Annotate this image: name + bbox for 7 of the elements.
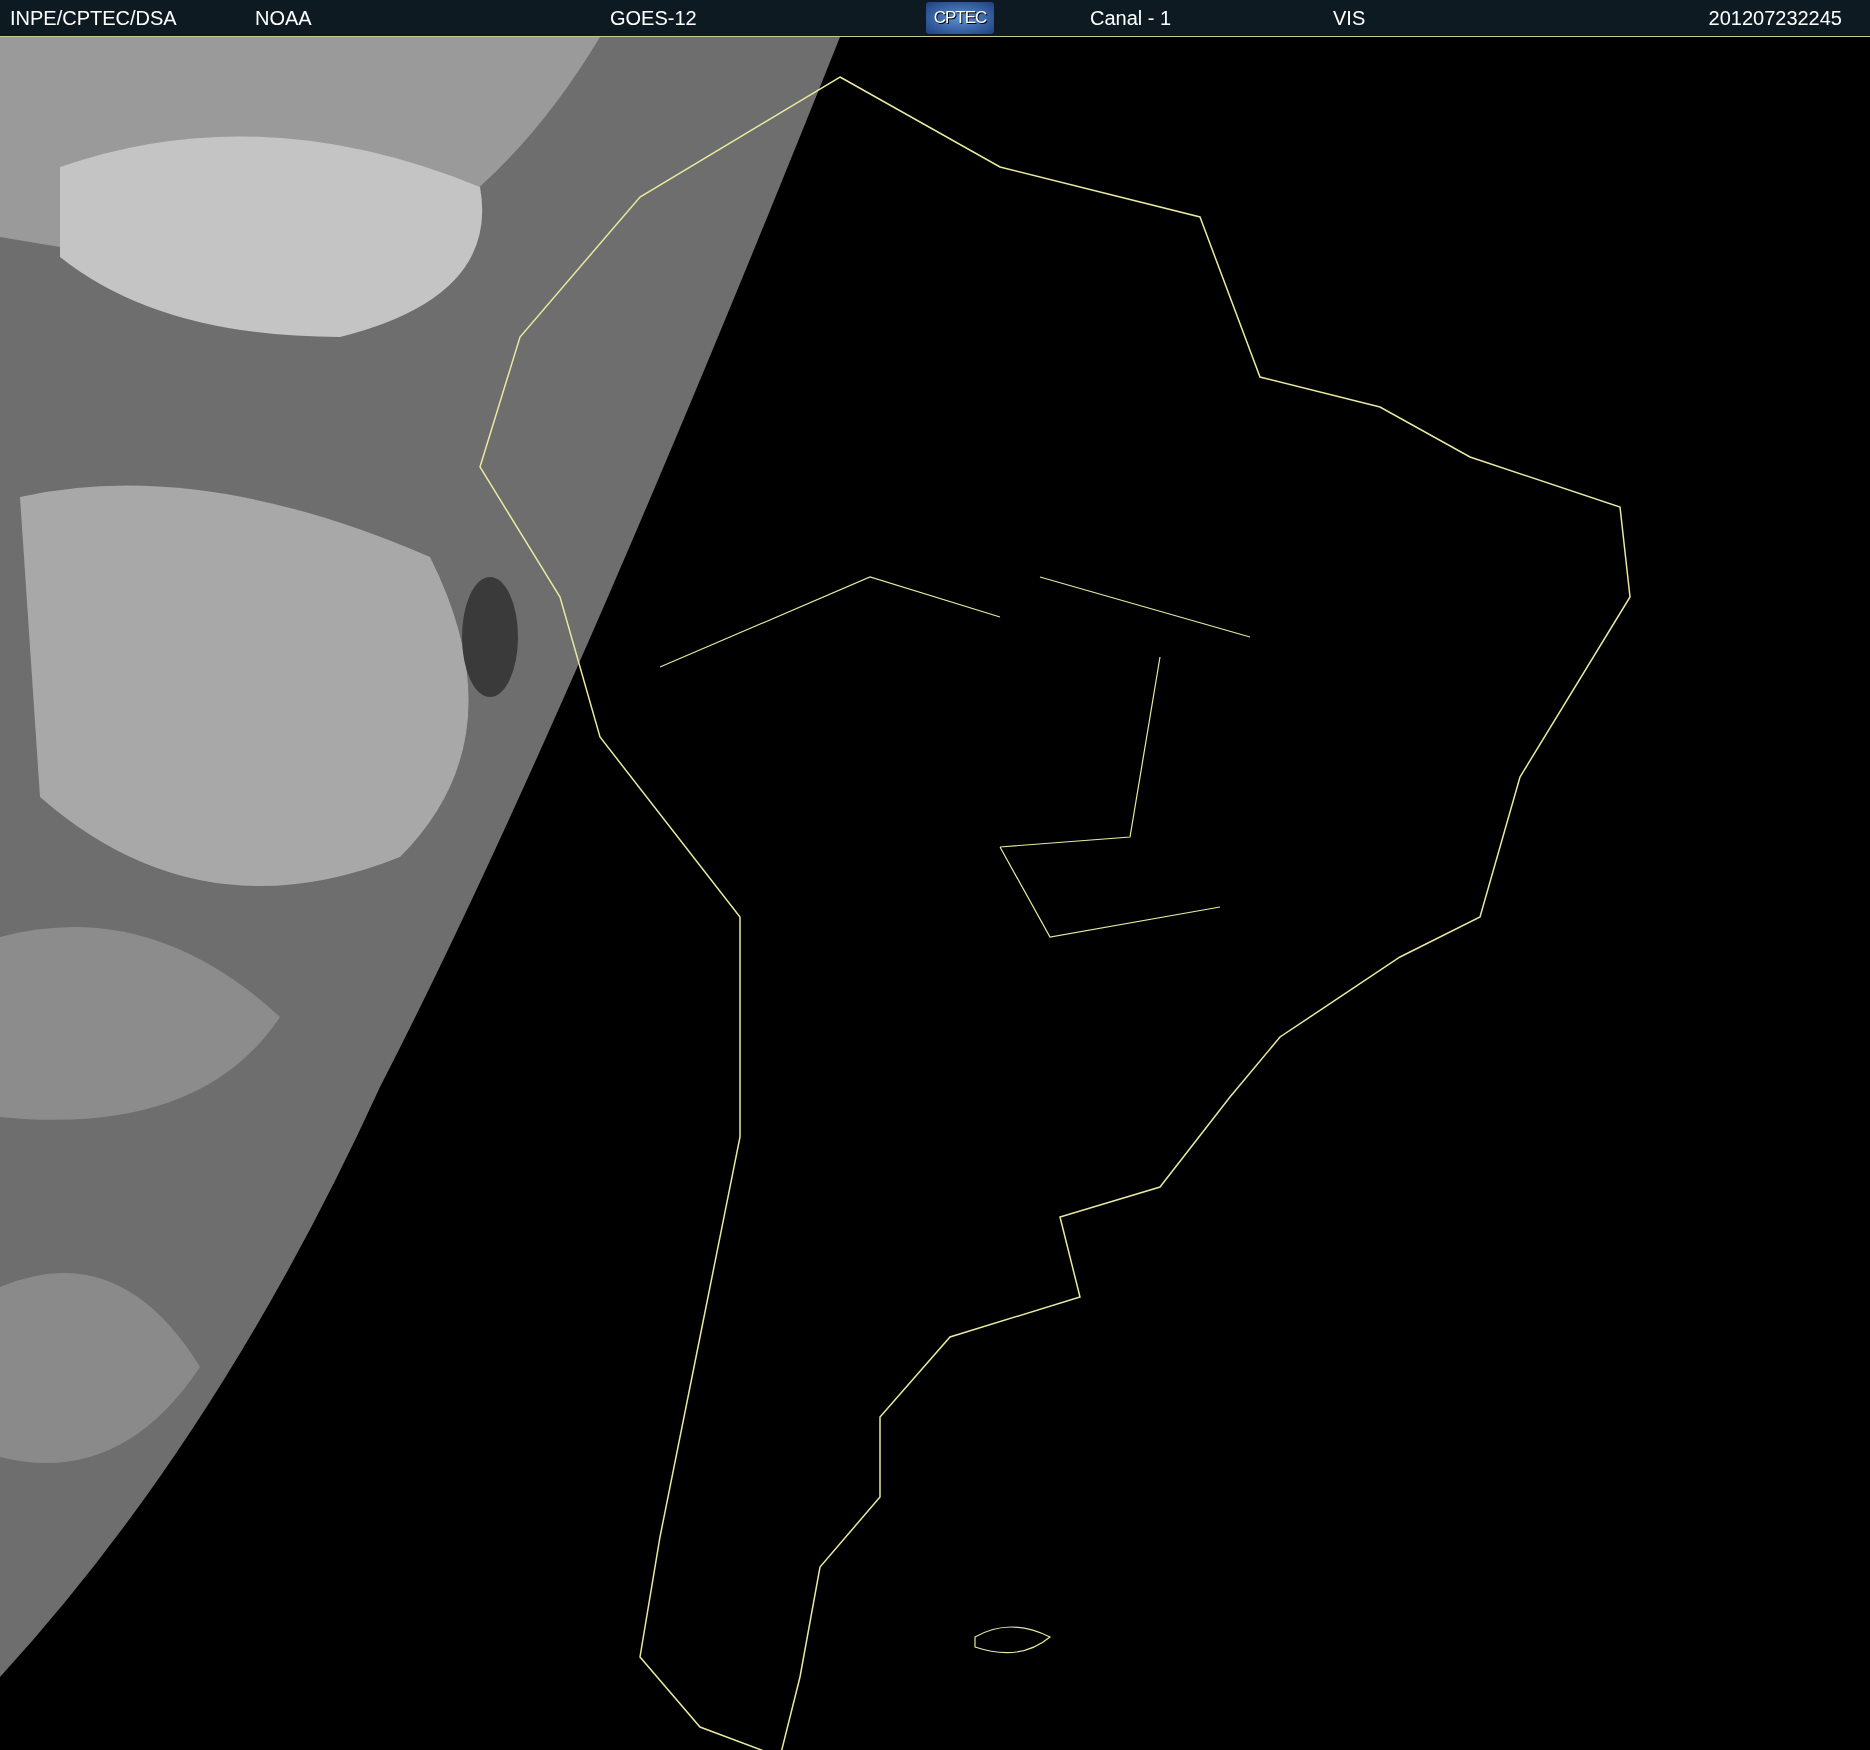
header-label: GOES-12: [610, 6, 698, 30]
header-label: VIS: [1333, 6, 1367, 30]
header-label: Canal - 1: [1090, 6, 1173, 30]
timestamp: 201207232245: [1708, 6, 1842, 30]
logo: CPTEC: [926, 2, 994, 34]
header-label: INPE/CPTEC/DSA: [10, 6, 178, 30]
header-label: NOAA: [255, 6, 313, 30]
